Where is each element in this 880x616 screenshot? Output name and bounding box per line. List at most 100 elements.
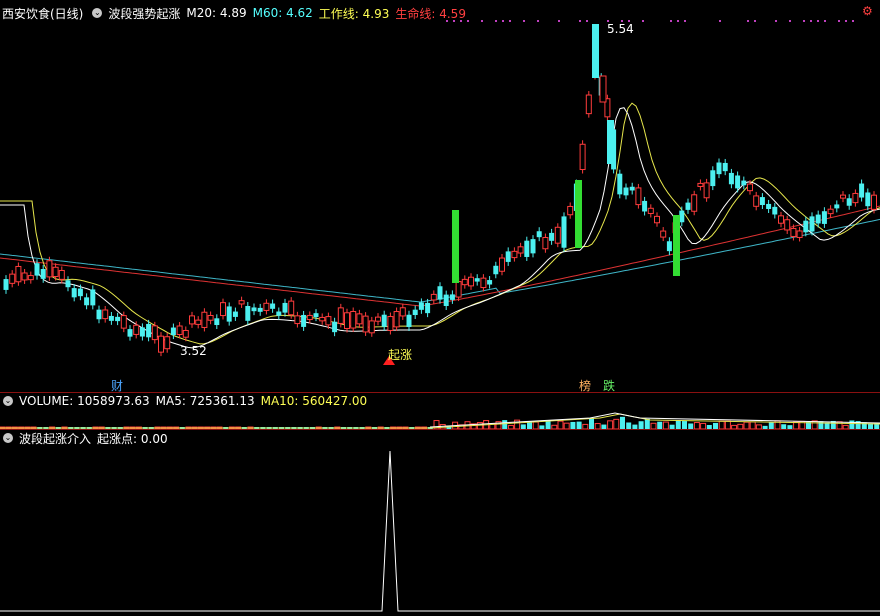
candle-body	[607, 120, 614, 164]
candle-body	[356, 313, 363, 325]
candle-body	[487, 280, 493, 285]
candle-body	[102, 309, 109, 320]
volume-bar	[570, 421, 576, 429]
candle-body	[368, 320, 375, 334]
volume-ma10: MA10: 560427.00	[260, 394, 368, 408]
indicator-panel-title[interactable]: 波段起涨介入	[19, 430, 91, 447]
candle-body	[387, 316, 394, 331]
candle-body	[406, 314, 412, 327]
candle-body	[772, 206, 778, 215]
candle-body	[207, 314, 214, 321]
candle-body	[176, 325, 183, 336]
volume-bar	[644, 418, 650, 429]
price-header: 西安饮食(日线) ⌄ 波段强势起涨 M20: 4.89 M60: 4.62 工作…	[0, 5, 880, 21]
candle-body	[313, 313, 319, 318]
chart-canvas[interactable]	[0, 0, 880, 616]
candle-body	[474, 278, 480, 282]
volume-bar	[557, 420, 564, 430]
drop-marker[interactable]: 跌	[603, 377, 615, 394]
candle-body	[443, 294, 449, 307]
candle-body	[642, 200, 648, 212]
candle-body	[766, 203, 772, 209]
candle-body	[362, 315, 369, 333]
candle-body	[660, 230, 667, 238]
candle-body	[728, 172, 734, 185]
work-line-value: 工作线: 4.93	[318, 6, 390, 21]
candle-body	[871, 194, 877, 210]
candle-body	[9, 273, 16, 284]
candle-body	[449, 294, 455, 300]
candle-body	[251, 307, 257, 312]
volume-bar	[718, 420, 725, 430]
ma20-line	[0, 107, 880, 349]
candle-body	[796, 230, 803, 238]
settings-icon[interactable]: ⚙	[862, 5, 874, 17]
candle-body	[77, 288, 83, 297]
candle-body	[685, 202, 691, 210]
candle-body	[393, 311, 400, 328]
candle-body	[46, 260, 53, 278]
volume-ma5: MA5: 725361.13	[155, 394, 255, 408]
candle-body	[617, 173, 623, 195]
candle-body	[809, 216, 815, 232]
candle-body	[549, 232, 555, 241]
chevron-down-icon[interactable]: ⌄	[3, 433, 13, 443]
candle-body	[412, 309, 418, 316]
volume-bar	[743, 421, 750, 430]
candle-body	[778, 215, 784, 224]
volume-bar	[657, 421, 663, 429]
candle-body	[238, 300, 245, 305]
candle-body	[52, 266, 59, 278]
chevron-down-icon[interactable]: ⌄	[92, 8, 103, 18]
candle-body	[350, 310, 357, 329]
candle-body	[623, 187, 629, 196]
candle-body	[319, 316, 326, 322]
candle-body	[790, 227, 797, 237]
candle-body	[96, 309, 102, 320]
candle-body	[753, 195, 760, 207]
volume-bar	[532, 421, 539, 430]
candle-body	[27, 275, 34, 281]
candle-body	[139, 327, 145, 337]
candle-body	[220, 302, 226, 317]
candle-body	[499, 257, 505, 272]
high-price-label: 5.54	[607, 22, 634, 36]
candle-body	[784, 219, 791, 231]
rank-marker[interactable]: 榜	[579, 377, 591, 394]
candle-body	[232, 311, 238, 317]
candle-body	[294, 315, 301, 325]
candle-body	[840, 194, 846, 199]
volume-bar	[749, 421, 756, 430]
candle-body	[815, 214, 821, 224]
candle-body	[852, 192, 859, 204]
candle-body	[399, 307, 406, 317]
volume-value: VOLUME: 1058973.63	[19, 394, 150, 408]
candle-body	[524, 240, 530, 257]
candle-body	[666, 241, 672, 252]
candle-body	[542, 237, 549, 250]
candle-body	[468, 276, 474, 287]
volume-bar	[613, 418, 620, 430]
candle-body	[747, 183, 753, 192]
stock-title[interactable]: 西安饮食(日线)	[2, 5, 83, 22]
chevron-down-icon[interactable]: ⌄	[3, 396, 13, 406]
low-price-label: 3.52	[180, 344, 207, 358]
candle-body	[127, 329, 133, 337]
candle-body	[245, 306, 251, 321]
candle-body	[115, 316, 121, 322]
candle-body	[722, 162, 728, 172]
work-line	[0, 102, 880, 345]
volume-bar	[502, 420, 508, 429]
volume-bar	[589, 417, 594, 429]
indicator-header: ⌄ 波段起涨介入 起涨点: 0.00	[0, 430, 880, 446]
finance-marker[interactable]: 财	[111, 377, 123, 394]
candle-body	[337, 307, 344, 324]
candle-body	[585, 94, 592, 115]
indicator-title[interactable]: 波段强势起涨	[108, 5, 180, 22]
signal-bar	[452, 210, 459, 283]
candle-body	[865, 192, 871, 207]
volume-bar	[682, 421, 687, 429]
candle-body	[120, 315, 127, 329]
candle-body	[71, 288, 77, 298]
candle-body	[716, 162, 722, 175]
